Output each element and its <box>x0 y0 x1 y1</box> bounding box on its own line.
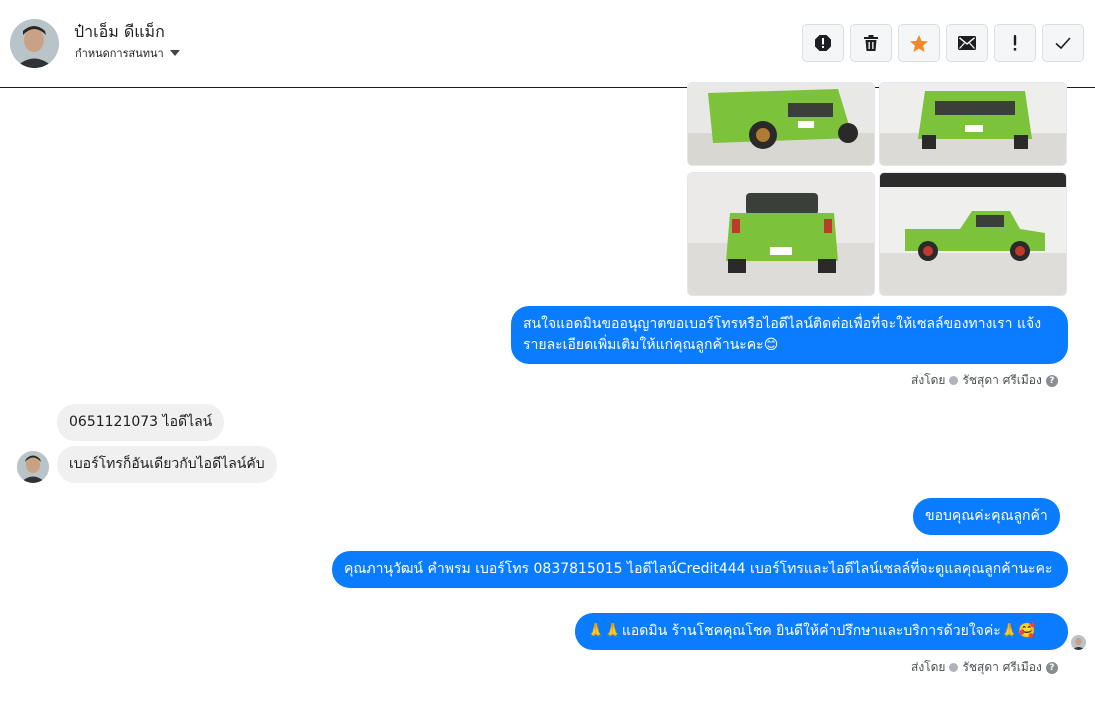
report-icon <box>815 35 831 51</box>
mark-done-button[interactable] <box>1042 24 1084 62</box>
truck-side-photo[interactable] <box>879 172 1067 296</box>
incoming-message: 0651121073 ไอดีไลน์ <box>57 404 225 441</box>
verified-icon <box>949 663 959 672</box>
sent-by-prefix: ส่งโดย <box>911 660 946 674</box>
delete-button[interactable] <box>850 24 892 62</box>
caret-down-icon <box>169 50 180 56</box>
check-icon <box>1055 37 1071 50</box>
outgoing-message: สนใจแอดมินขออนุญาตขอเบอร์โทรหรือไอดีไลน์… <box>511 306 1068 364</box>
exclamation-icon <box>1013 35 1017 51</box>
follow-up-button[interactable] <box>994 24 1036 62</box>
read-receipt-avatar <box>1071 635 1086 650</box>
help-icon[interactable]: ? <box>1045 374 1058 387</box>
mail-icon <box>958 36 976 50</box>
conversation-schedule-dropdown[interactable]: กำหนดการสนทนา <box>75 44 180 62</box>
contact-name: ป๋าเอ็ม ดีแม็ก <box>74 22 165 41</box>
header-toolbar <box>802 24 1084 62</box>
help-icon[interactable]: ? <box>1045 661 1058 674</box>
incoming-message: เบอร์โทรก็อันเดียวกับไอดีไลน์คับ <box>57 446 277 483</box>
conversation-header: ป๋าเอ็ม ดีแม็ก กำหนดการสนทนา <box>0 0 1095 88</box>
outgoing-message: 🙏🙏แอดมิน ร้านโชคคุณโชค ยินดีให้คำปรึกษาแ… <box>575 613 1068 650</box>
star-icon <box>910 34 928 52</box>
contact-avatar[interactable] <box>10 19 59 68</box>
trash-icon <box>864 35 878 51</box>
sent-by-agent-name[interactable]: รัชสุดา ศรีเมือง <box>962 371 1041 390</box>
mark-unread-button[interactable] <box>946 24 988 62</box>
sent-by-agent-name[interactable]: รัชสุดา ศรีเมือง <box>962 658 1041 677</box>
truck-front-photo[interactable] <box>879 82 1067 166</box>
contact-avatar-small[interactable] <box>17 451 49 483</box>
truck-rear-photo[interactable] <box>687 172 875 296</box>
report-button[interactable] <box>802 24 844 62</box>
star-button[interactable] <box>898 24 940 62</box>
sent-by-label: ส่งโดย รัชสุดา ศรีเมือง ? <box>911 658 1058 677</box>
sent-by-label: ส่งโดย รัชสุดา ศรีเมือง ? <box>911 371 1058 390</box>
outgoing-message: คุณภานุวัฒน์ คำพรม เบอร์โทร 0837815015 ไ… <box>332 551 1068 588</box>
photo-attachments <box>687 82 1067 296</box>
sent-by-prefix: ส่งโดย <box>911 373 946 387</box>
outgoing-message: ขอบคุณค่ะคุณลูกค้า <box>913 498 1060 535</box>
truck-front-left-photo[interactable] <box>687 82 875 166</box>
verified-icon <box>949 376 959 385</box>
conversation-schedule-label: กำหนดการสนทนา <box>75 47 164 60</box>
